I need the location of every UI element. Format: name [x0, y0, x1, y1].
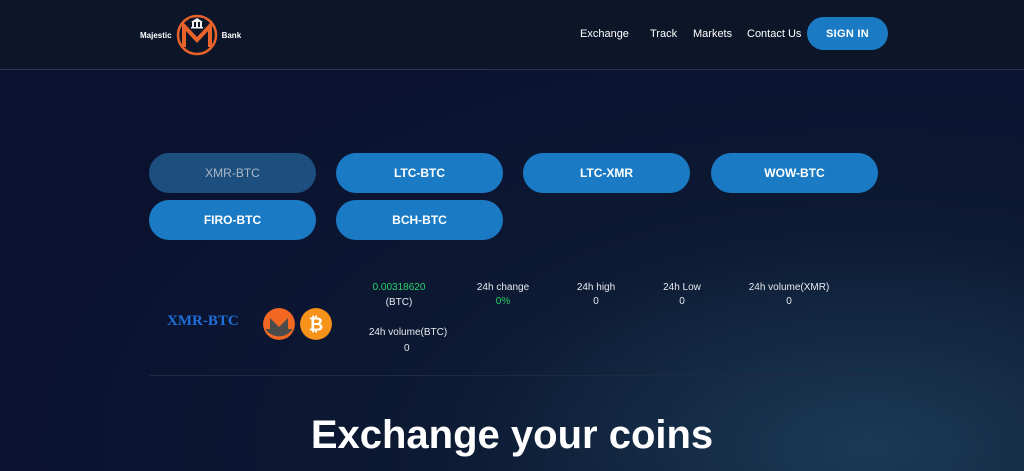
svg-text:₿: ₿	[309, 315, 324, 336]
vol-xmr-value: 0	[786, 296, 792, 307]
vol-btc-value: 0	[404, 343, 410, 354]
low-label: 24h Low	[663, 282, 701, 293]
pair-xmr-btc[interactable]: XMR-BTC	[149, 153, 316, 193]
low-value: 0	[679, 296, 685, 307]
vol-btc-label: 24h volume(BTC)	[368, 327, 448, 338]
nav-exchange[interactable]: Exchange	[580, 28, 629, 40]
sign-in-button[interactable]: SIGN IN	[807, 17, 888, 50]
pair-bch-btc[interactable]: BCH-BTC	[336, 200, 503, 240]
change-value: 0%	[495, 296, 511, 307]
pair-ltc-xmr[interactable]: LTC-XMR	[523, 153, 690, 193]
price-unit: (BTC)	[385, 297, 413, 308]
pair-wow-btc[interactable]: WOW-BTC	[711, 153, 878, 193]
ticker-pair-name: XMR-BTC	[167, 313, 239, 329]
change-label: 24h change	[476, 282, 530, 293]
hero-title: Exchange your coins	[310, 413, 714, 457]
site-header: Majestic Bank Exchange Track Markets Con…	[0, 0, 1024, 70]
vol-xmr-label: 24h volume(XMR)	[748, 282, 830, 293]
stat-24h-volume-xmr: 24h volume(XMR) 0	[740, 282, 838, 307]
logo-text-left: Majestic	[140, 30, 172, 40]
bitcoin-icon: ₿	[300, 308, 332, 340]
stat-24h-volume-btc: 24h volume(BTC) 0	[360, 327, 456, 354]
stat-24h-high: 24h high 0	[566, 282, 626, 307]
section-divider	[150, 375, 878, 376]
bank-logo-icon	[176, 14, 217, 56]
monero-icon	[263, 308, 295, 340]
logo-text-right: Bank	[221, 30, 242, 40]
stat-24h-change: 24h change 0%	[466, 282, 540, 307]
price-value: 0.00318620	[372, 282, 426, 293]
logo[interactable]: Majestic Bank	[140, 14, 241, 56]
stat-price: 0.00318620 (BTC)	[360, 282, 438, 308]
nav-contact-us[interactable]: Contact Us	[747, 28, 801, 40]
high-value: 0	[593, 296, 599, 307]
nav-markets[interactable]: Markets	[693, 28, 732, 40]
stat-24h-low: 24h Low 0	[652, 282, 712, 307]
pair-firo-btc[interactable]: FIRO-BTC	[149, 200, 316, 240]
nav-track[interactable]: Track	[650, 28, 677, 40]
high-label: 24h high	[576, 282, 616, 293]
pair-ltc-btc[interactable]: LTC-BTC	[336, 153, 503, 193]
